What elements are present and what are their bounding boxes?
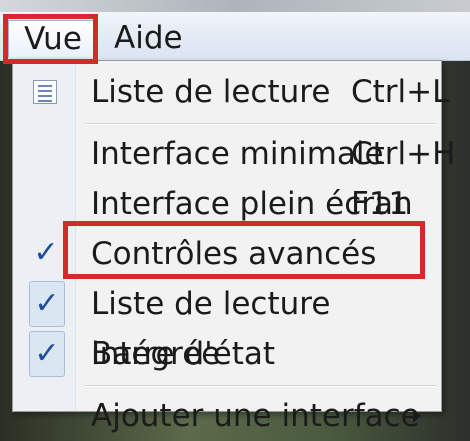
menu-item-ajouter-une-interface[interactable]: Ajouter une interface — [13, 391, 441, 441]
submenu-arrow-icon — [413, 409, 421, 423]
menu-item-interface-minimale[interactable]: Interface minimale Ctrl+H — [13, 129, 455, 179]
menu-item-label: Liste de lecture — [91, 74, 331, 110]
menu-item-label: Barre d'état — [91, 336, 276, 372]
menu-item-liste-de-lecture[interactable]: Liste de lecture Ctrl+L — [13, 67, 449, 117]
menu-aide[interactable]: Aide — [110, 20, 187, 56]
menu-separator — [85, 385, 437, 387]
menu-item-shortcut: Ctrl+H — [351, 136, 456, 172]
highlight-box-controles-avances — [63, 221, 425, 279]
window-top-edge — [0, 0, 470, 12]
menu-item-label: Interface minimale — [91, 136, 384, 172]
menu-separator — [85, 123, 437, 125]
highlight-box-vue — [3, 14, 98, 64]
checkmark-icon: ✓ — [29, 331, 65, 377]
checkmark-icon: ✓ — [29, 281, 65, 327]
checkmark-icon: ✓ — [33, 235, 59, 270]
menu-item-shortcut: Ctrl+L — [351, 74, 450, 110]
menu-item-label: Ajouter une interface — [91, 398, 420, 434]
menu-item-liste-de-lecture-integree[interactable]: ✓ Liste de lecture intégrée — [13, 279, 441, 372]
playlist-icon — [33, 80, 57, 104]
menu-item-barre-d-etat[interactable]: ✓ Barre d'état — [13, 329, 441, 379]
